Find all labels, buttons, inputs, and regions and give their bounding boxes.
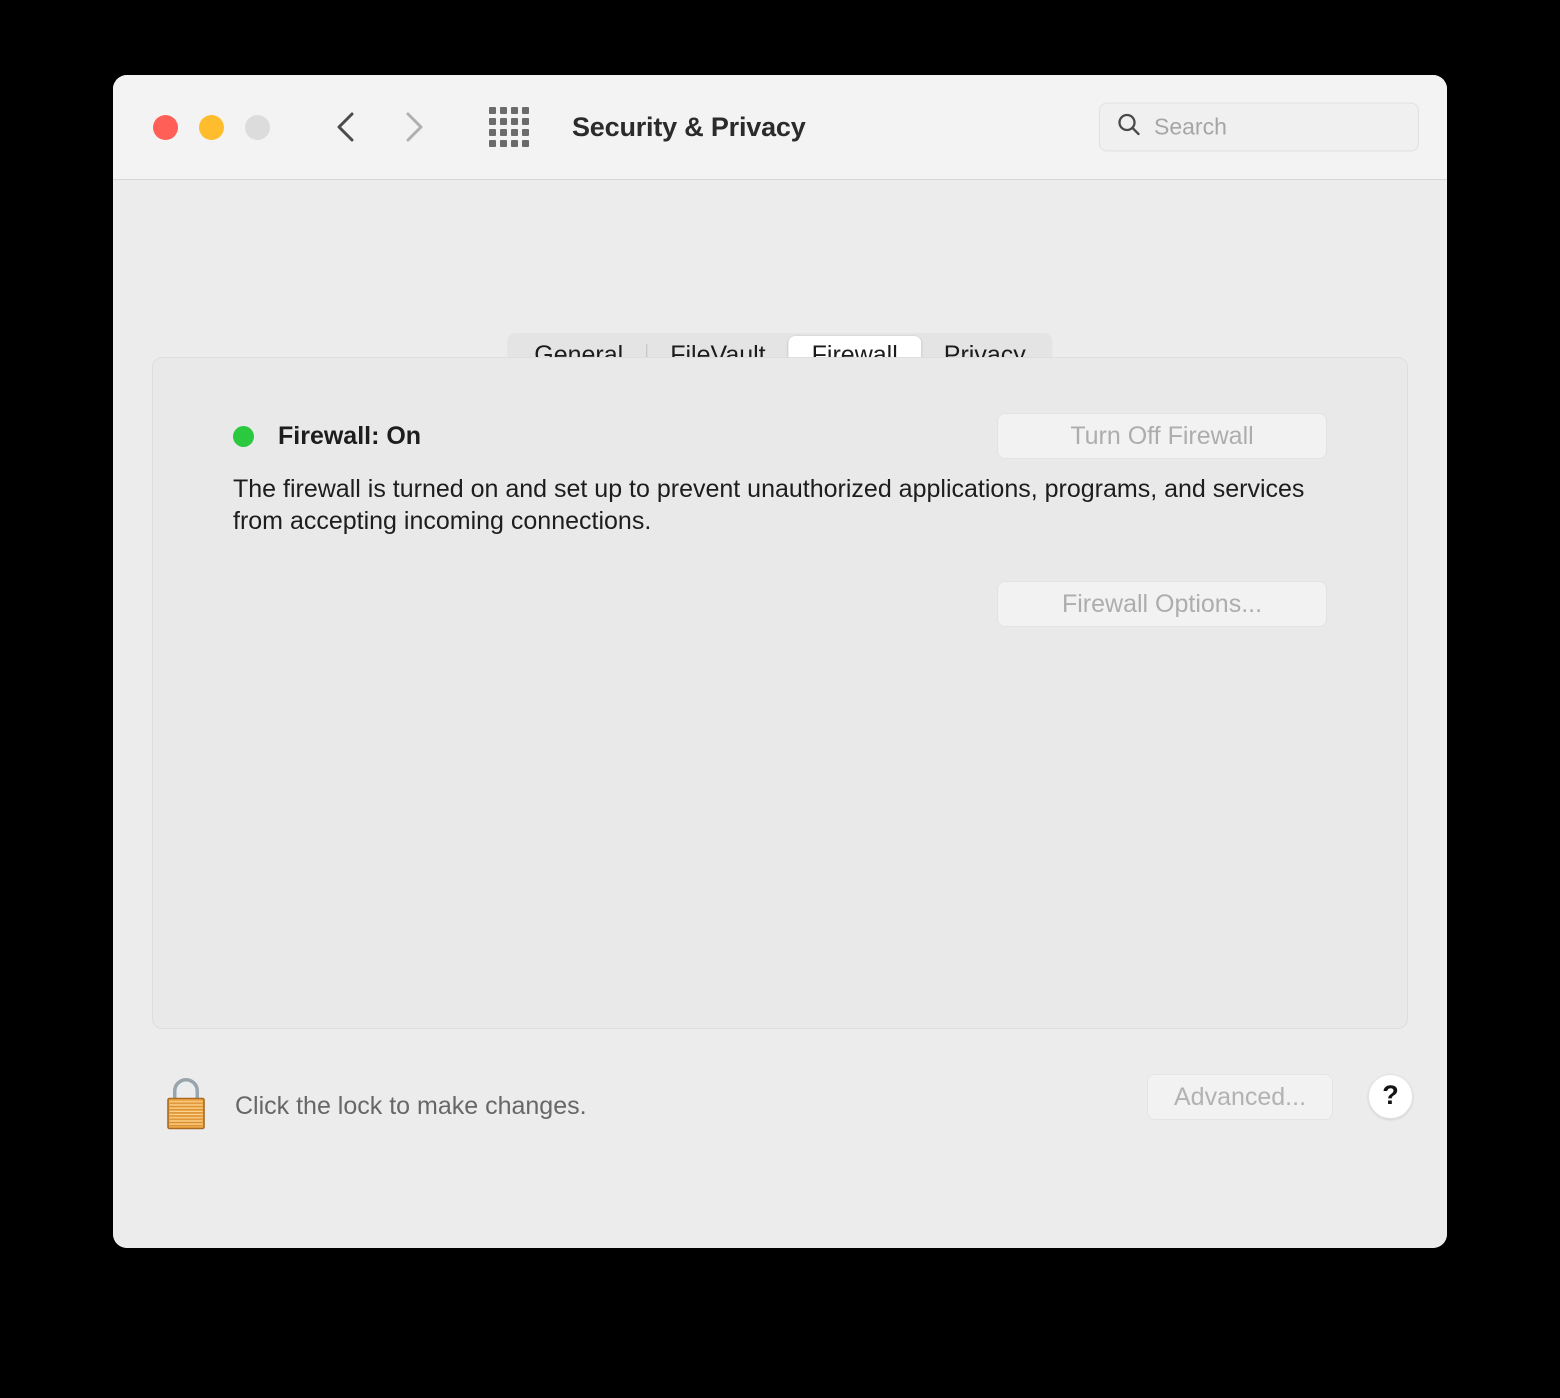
grid-cell [489,118,496,125]
search-icon [1116,112,1142,143]
grid-cell [522,129,529,136]
page-title: Security & Privacy [572,111,806,142]
firewall-options-button[interactable]: Firewall Options... [997,581,1327,627]
search-field[interactable] [1099,102,1419,152]
navigation-arrows [333,110,427,144]
search-input[interactable] [1154,113,1418,141]
close-button[interactable] [153,114,178,140]
firewall-description: The firewall is turned on and set up to … [233,475,1305,536]
grid-cell [511,129,518,136]
grid-cell [511,140,518,147]
lock-hint-text: Click the lock to make changes. [235,1091,587,1120]
grid-cell [522,140,529,147]
grid-cell [511,118,518,125]
grid-cell [489,107,496,114]
window-titlebar: Security & Privacy [113,75,1447,180]
grid-cell [500,118,507,125]
forward-button[interactable] [399,110,427,144]
turn-off-firewall-button[interactable]: Turn Off Firewall [997,413,1327,459]
grid-cell [522,107,529,114]
grid-cell [500,129,507,136]
advanced-button[interactable]: Advanced... [1147,1074,1333,1120]
minimize-button[interactable] [199,114,224,140]
grid-cell [489,140,496,147]
grid-cell [500,107,507,114]
firewall-status-label: Firewall: On [278,421,422,450]
grid-cell [522,118,529,125]
grid-cell [500,140,507,147]
help-button[interactable]: ? [1368,1074,1413,1119]
status-indicator-dot [233,425,254,447]
window-footer: Click the lock to make changes. Advanced… [113,1066,1447,1146]
grid-cell [511,107,518,114]
lock-closed-icon[interactable] [161,1075,211,1138]
window-body: General FileVault Firewall Privacy Firew… [113,180,1447,1248]
grid-cell [489,129,496,136]
zoom-button[interactable] [245,114,270,140]
back-button[interactable] [333,110,361,144]
traffic-light-group [153,114,270,140]
preferences-window: Security & Privacy General FileVault Fir… [113,75,1447,1248]
grid-icon[interactable] [489,107,529,147]
firewall-panel: Firewall: On Turn Off Firewall The firew… [152,357,1408,1029]
